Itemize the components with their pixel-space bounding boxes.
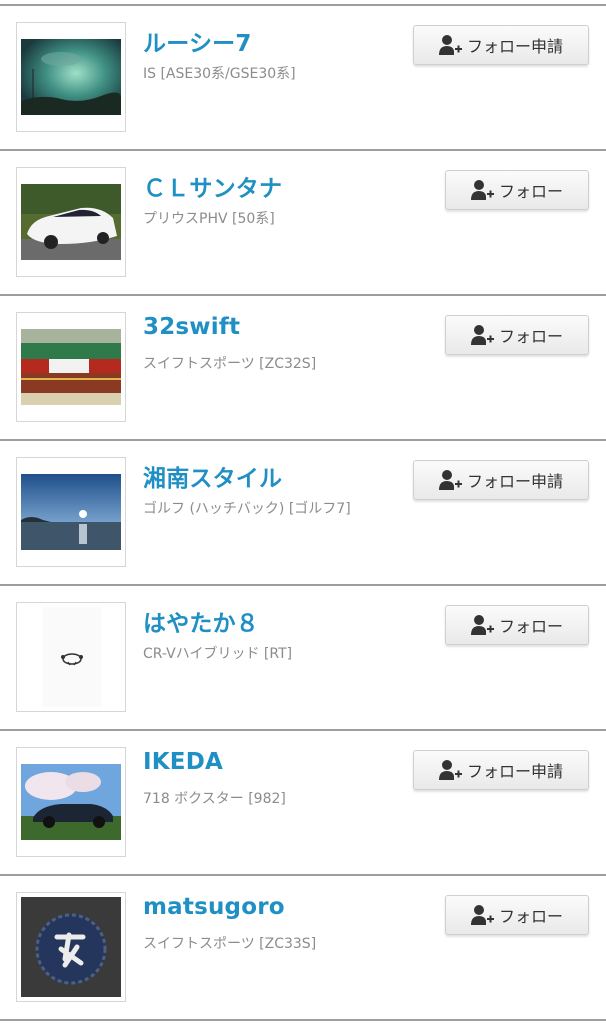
follow-button-label: フォロー申請 (466, 472, 563, 491)
user-car-text: スイフトスポーツ [ZC32S] (143, 356, 317, 372)
user-car-text: IS [ASE30系/GSE30系] (143, 66, 296, 82)
follow-button-label: フォロー (498, 617, 563, 636)
user-row: matsugoro スイフトスポーツ [ZC33S] フォロー (0, 874, 606, 1019)
user-avatar[interactable] (16, 602, 126, 712)
user-row: 湘南スタイル ゴルフ (ハッチバック) [ゴルフ7] フォロー申請 (0, 439, 606, 584)
avatar-image-seascape (21, 474, 121, 550)
user-name-link[interactable]: IKEDA (143, 749, 223, 775)
follow-button-label: フォロー申請 (466, 37, 563, 56)
follow-button-label: フォロー (498, 182, 563, 201)
user-avatar[interactable] (16, 457, 126, 567)
user-name-link[interactable]: matsugoro (143, 894, 285, 920)
user-avatar[interactable] (16, 312, 126, 422)
avatar-image-knit-ball (21, 897, 121, 997)
follow-button-label: フォロー申請 (466, 762, 563, 781)
follow-button-label: フォロー (498, 327, 563, 346)
avatar-image-character (43, 607, 101, 707)
user-row: はやたか８ CR-Vハイブリッド [RT] フォロー (0, 584, 606, 729)
follow-button-label: フォロー (498, 907, 563, 926)
follow-button[interactable]: フォロー (445, 315, 589, 355)
user-row: ルーシー7 IS [ASE30系/GSE30系] フォロー申請 (0, 4, 606, 149)
follow-request-button[interactable]: フォロー申請 (413, 25, 589, 65)
follow-request-button[interactable]: フォロー申請 (413, 460, 589, 500)
avatar-image-sportscar (21, 764, 121, 840)
user-row: IKEDA 718 ボクスター [982] フォロー申請 (0, 729, 606, 874)
user-car-text: CR-Vハイブリッド [RT] (143, 646, 293, 662)
user-avatar[interactable] (16, 167, 126, 277)
add-user-icon (470, 905, 494, 925)
user-car-text: 718 ボクスター [982] (143, 791, 286, 807)
add-user-icon (438, 470, 462, 490)
follow-button[interactable]: フォロー (445, 170, 589, 210)
user-name-link[interactable]: はやたか８ (143, 604, 259, 638)
add-user-icon (438, 35, 462, 55)
add-user-icon (470, 325, 494, 345)
user-row: ＣＬサンタナ プリウスPHV [50系] フォロー (0, 149, 606, 294)
user-row: 32swift スイフトスポーツ [ZC32S] フォロー (0, 294, 606, 439)
user-name-link[interactable]: ＣＬサンタナ (143, 169, 282, 203)
user-name-link[interactable]: ルーシー7 (143, 24, 252, 58)
user-avatar[interactable] (16, 22, 126, 132)
user-avatar[interactable] (16, 747, 126, 857)
user-list: ルーシー7 IS [ASE30系/GSE30系] フォロー申請 ＣＬサンタナ プ… (0, 0, 606, 1024)
user-car-text: ゴルフ (ハッチバック) [ゴルフ7] (143, 501, 351, 517)
follow-button[interactable]: フォロー (445, 605, 589, 645)
divider (0, 1019, 606, 1021)
user-name-link[interactable]: 湘南スタイル (143, 459, 282, 493)
add-user-icon (470, 180, 494, 200)
add-user-icon (438, 760, 462, 780)
follow-button[interactable]: フォロー (445, 895, 589, 935)
user-car-text: プリウスPHV [50系] (143, 211, 275, 227)
avatar-image-car (21, 184, 121, 260)
user-car-text: スイフトスポーツ [ZC33S] (143, 936, 317, 952)
add-user-icon (470, 615, 494, 635)
avatar-image-shrine (21, 329, 121, 405)
user-avatar[interactable] (16, 892, 126, 1002)
avatar-image-clouds (21, 39, 121, 115)
follow-request-button[interactable]: フォロー申請 (413, 750, 589, 790)
user-name-link[interactable]: 32swift (143, 314, 240, 340)
